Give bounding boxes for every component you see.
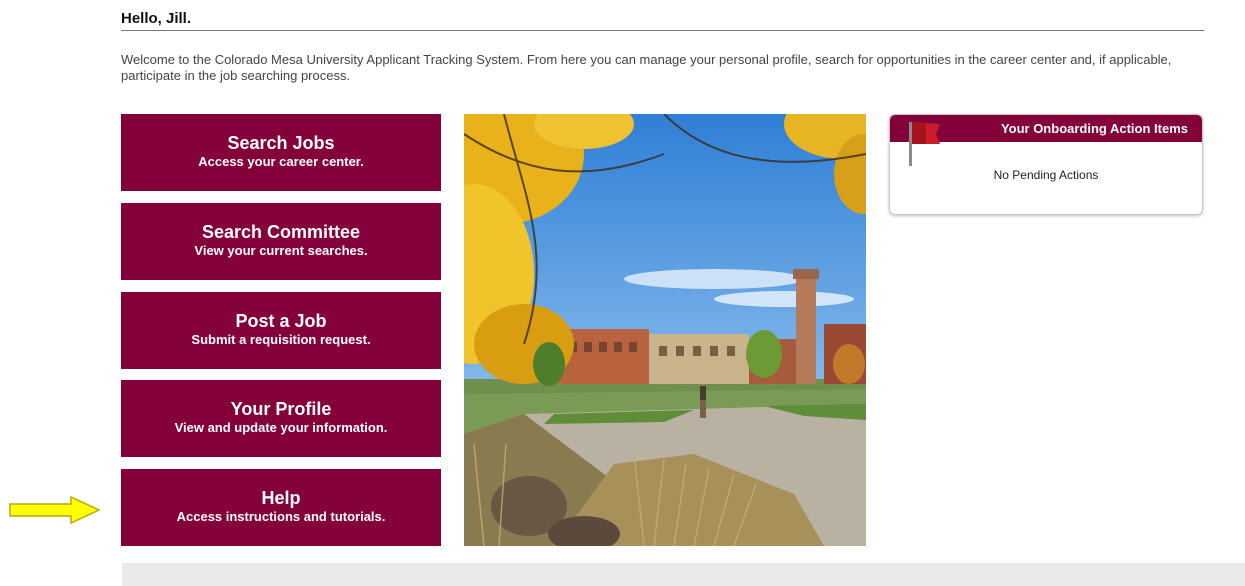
post-a-job-button[interactable]: Post a Job Submit a requisition request. [121,292,441,369]
campus-photo [464,114,866,546]
tile-title: Help [261,488,301,508]
arrow-right-icon [9,495,101,529]
search-committee-button[interactable]: Search Committee View your current searc… [121,203,441,280]
tile-subtitle: Access instructions and tutorials. [176,509,386,524]
help-button[interactable]: Help Access instructions and tutorials. [121,469,441,546]
page-greeting: Hello, Jill. [121,10,1204,31]
tile-subtitle: View your current searches. [194,243,368,258]
flag-icon [906,118,942,171]
tile-title: Search Jobs [227,133,335,153]
tile-subtitle: View and update your information. [174,420,388,435]
your-profile-button[interactable]: Your Profile View and update your inform… [121,380,441,457]
onboarding-title: Your Onboarding Action Items [1000,121,1188,136]
tile-title: Post a Job [235,311,327,331]
welcome-text: Welcome to the Colorado Mesa University … [121,52,1172,83]
tile-title: Search Committee [201,222,361,242]
tile-subtitle: Access your career center. [198,154,364,169]
tile-subtitle: Submit a requisition request. [191,332,371,347]
onboarding-card: Your Onboarding Action Items No Pending … [889,114,1203,215]
tile-title: Your Profile [230,399,332,419]
search-jobs-button[interactable]: Search Jobs Access your career center. [121,114,441,191]
footer-bar [122,563,1245,586]
